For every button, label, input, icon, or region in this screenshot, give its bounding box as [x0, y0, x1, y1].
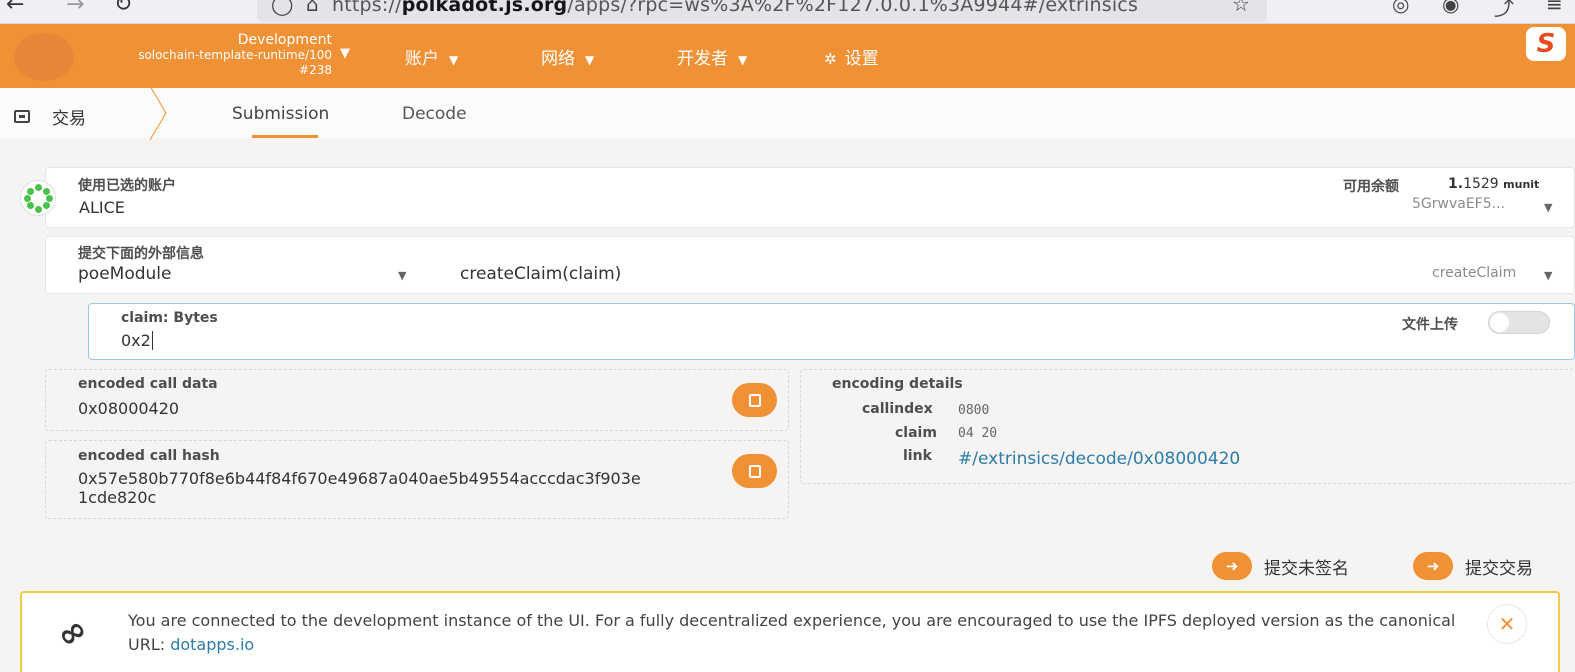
tab-decode[interactable]: Decode: [402, 104, 467, 124]
lock-icon[interactable]: ⌂: [306, 0, 319, 16]
claim-input[interactable]: 0x2: [121, 331, 153, 350]
block-number: #238: [299, 63, 332, 77]
call-short-name: createClaim: [1432, 265, 1517, 281]
encoding-details-box: encoding details callindex 0800 claim 04…: [800, 369, 1575, 484]
chevron-down-icon[interactable]: ▼: [1544, 269, 1552, 282]
claim-detail-label: claim: [895, 425, 937, 441]
param-label: claim: Bytes: [121, 310, 218, 326]
back-arrow-icon[interactable]: ←: [6, 0, 24, 17]
copy-call-hash-button[interactable]: [732, 454, 777, 488]
tab-submission[interactable]: Submission: [232, 104, 329, 124]
menu-network[interactable]: 网络 ▼: [541, 44, 594, 69]
app-header: Development solochain-template-runtime/1…: [0, 24, 1575, 88]
sign-in-icon: ➜: [1212, 552, 1252, 580]
copy-icon: [744, 464, 761, 485]
extensions-icon[interactable]: ⤴: [1494, 0, 1514, 21]
encoded-call-hash-box: encoded call hash 0x57e580b770f8e6b44f84…: [45, 440, 789, 519]
menu-settings[interactable]: ✲ 设置: [824, 44, 879, 69]
dotapps-link[interactable]: dotapps.io: [170, 635, 254, 654]
call-hash-line1: 0x57e580b770f8e6b44f84f670e49687a040ae5b…: [78, 469, 641, 488]
account-name: ALICE: [79, 198, 125, 217]
file-upload-label: 文件上传: [1402, 317, 1458, 333]
encoded-call-data-box: encoded call data 0x08000420: [45, 369, 789, 431]
menu-hamburger-icon[interactable]: ≡: [1546, 0, 1563, 16]
url-text[interactable]: https://polkadot.js.org/apps/?rpc=ws%3A%…: [332, 0, 1138, 16]
chain-logo[interactable]: [14, 33, 74, 81]
browser-toolbar: ← → ↻ ◯ ⌂ https://polkadot.js.org/apps/?…: [0, 0, 1575, 24]
shield-icon[interactable]: ◯: [271, 0, 293, 16]
breadcrumb-separator: [149, 86, 167, 140]
pocket-icon[interactable]: ◎: [1392, 0, 1409, 16]
sign-in-icon: ➜: [1413, 552, 1453, 580]
copy-icon: [744, 393, 761, 414]
extrinsic-label: 提交下面的外部信息: [78, 246, 204, 262]
call-data-label: encoded call data: [78, 376, 218, 392]
sogou-extension-icon[interactable]: S: [1526, 27, 1566, 61]
link-icon: ∞: [49, 608, 96, 658]
chevron-down-icon[interactable]: ▼: [398, 269, 406, 282]
chain-selector[interactable]: Development solochain-template-runtime/1…: [88, 33, 332, 78]
decode-link[interactable]: #/extrinsics/decode/0x08000420: [958, 449, 1240, 469]
link-label: link: [903, 448, 932, 464]
bookmark-star-icon[interactable]: ☆: [1232, 0, 1250, 16]
callindex-label: callindex: [862, 401, 933, 417]
balance-value: 1.1529 munit: [1448, 176, 1540, 192]
dev-instance-notice: ∞ You are connected to the development i…: [20, 591, 1560, 672]
balance-label: 可用余额: [1343, 179, 1399, 195]
submit-unsigned-button[interactable]: ➜ 提交未签名: [1212, 550, 1349, 582]
chevron-down-icon: ▼: [738, 53, 748, 67]
active-tab-indicator: [252, 135, 318, 138]
call-data-value: 0x08000420: [78, 399, 180, 418]
account-label: 使用已选的账户: [78, 178, 176, 194]
chevron-down-icon[interactable]: ▼: [340, 46, 350, 61]
claim-param-field[interactable]: claim: Bytes 0x2 文件上传: [88, 303, 1575, 360]
cogs-icon: ✲: [824, 50, 837, 68]
forward-arrow-icon[interactable]: →: [66, 0, 84, 17]
chevron-down-icon: ▼: [585, 53, 595, 67]
runtime-version: solochain-template-runtime/100: [138, 48, 332, 62]
account-icon[interactable]: ◉: [1442, 0, 1459, 16]
module-select[interactable]: poeModule: [78, 264, 171, 284]
tabs-bar: 交易 Submission Decode: [0, 86, 1575, 140]
close-notice-button[interactable]: ✕: [1487, 604, 1527, 644]
account-selector[interactable]: 使用已选的账户 ALICE 可用余额 1.1529 munit 5GrwvaEF…: [45, 167, 1575, 228]
menu-accounts[interactable]: 账户 ▼: [405, 44, 458, 69]
close-icon: ✕: [1498, 612, 1516, 636]
details-label: encoding details: [832, 376, 963, 392]
file-upload-toggle[interactable]: [1488, 311, 1550, 334]
section-title: 交易: [14, 104, 86, 129]
submit-transaction-button[interactable]: ➜ 提交交易: [1413, 550, 1533, 582]
call-hash-label: encoded call hash: [78, 448, 220, 464]
reload-icon[interactable]: ↻: [114, 0, 132, 17]
call-hash-line2: 1cde820c: [78, 488, 157, 507]
transaction-icon: [14, 110, 30, 123]
chain-name: Development: [237, 32, 332, 48]
chevron-down-icon[interactable]: ▼: [1544, 201, 1552, 214]
callindex-value: 0800: [958, 403, 990, 418]
account-address: 5GrwvaEF5...: [1412, 196, 1505, 212]
account-identicon[interactable]: [20, 180, 56, 216]
notice-text: You are connected to the development ins…: [128, 611, 1456, 654]
chevron-down-icon: ▼: [449, 53, 459, 67]
claim-detail-value: 04 20: [958, 426, 998, 441]
menu-developer[interactable]: 开发者 ▼: [677, 44, 747, 69]
extrinsic-selector: 提交下面的外部信息 poeModule ▼ createClaim(claim)…: [45, 236, 1575, 294]
call-select[interactable]: createClaim(claim): [460, 264, 621, 284]
copy-call-data-button[interactable]: [732, 383, 777, 417]
